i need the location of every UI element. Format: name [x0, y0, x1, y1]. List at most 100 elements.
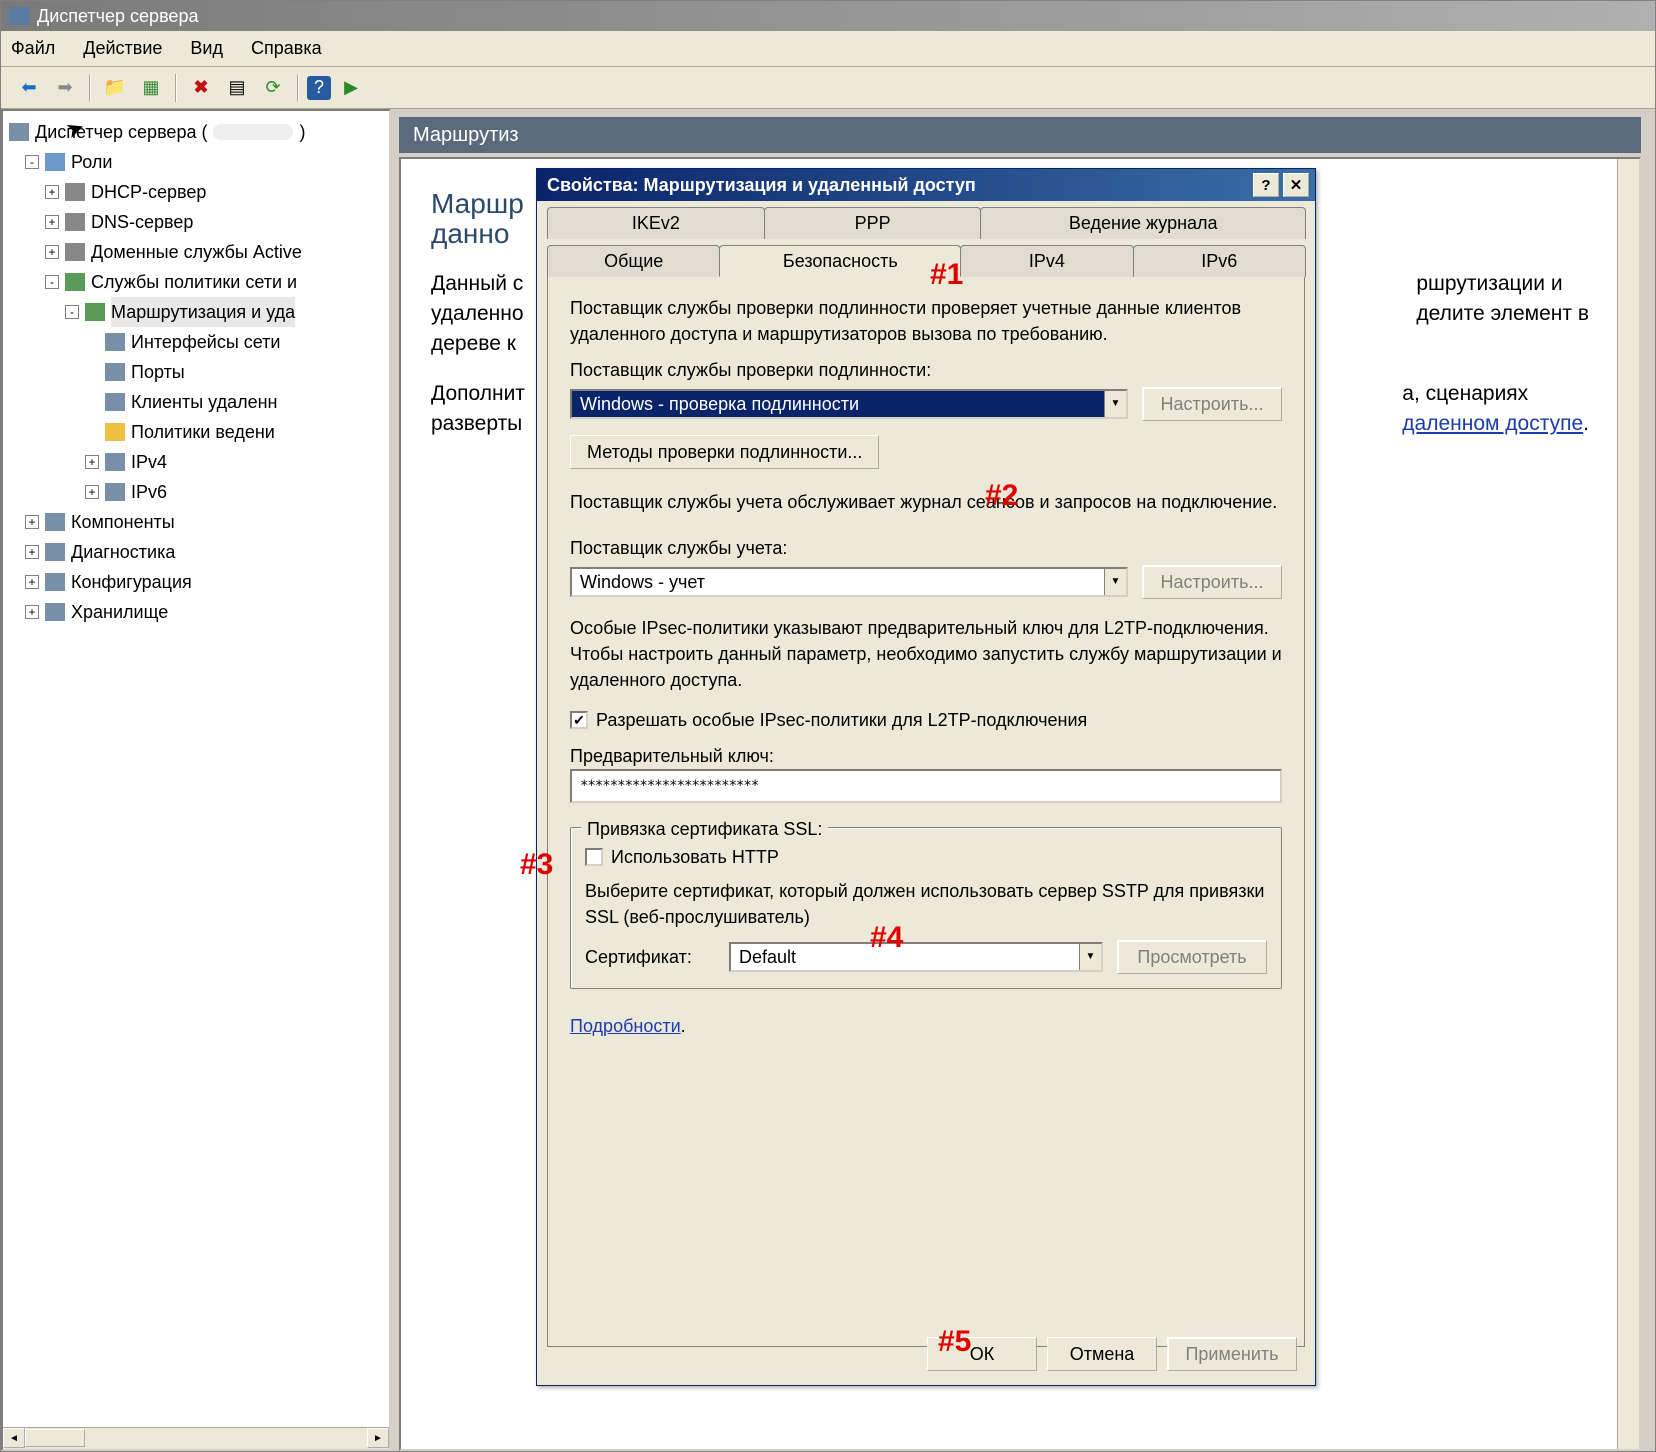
tree-item-label: Порты	[131, 357, 185, 387]
show-hide-button[interactable]: ▦	[135, 72, 167, 104]
expand-toggle[interactable]: +	[25, 545, 39, 559]
tree-item[interactable]: +Хранилище	[25, 597, 389, 627]
chevron-down-icon[interactable]: ▼	[1079, 944, 1101, 970]
use-http-label: Использовать HTTP	[611, 844, 779, 870]
tree-item[interactable]: + Доменные службы Active	[45, 237, 389, 267]
ok-button[interactable]: ОК	[927, 1337, 1037, 1371]
acct-provider-value: Windows - учет	[572, 569, 1104, 595]
tab-ipv4[interactable]: IPv4	[960, 245, 1133, 277]
help-button[interactable]: ?	[307, 76, 331, 100]
delete-button[interactable]: ✖	[185, 72, 217, 104]
acct-provider-combo[interactable]: Windows - учет ▼	[570, 567, 1128, 597]
dialog-footer: ОК Отмена Применить	[927, 1337, 1297, 1371]
run-button[interactable]: ▶	[335, 72, 367, 104]
tree-item[interactable]: +Диагностика	[25, 537, 389, 567]
auth-methods-button[interactable]: Методы проверки подлинности...	[570, 435, 879, 469]
refresh-button[interactable]: ⟳	[257, 72, 289, 104]
certificate-value: Default	[731, 944, 1079, 970]
blur-mask	[213, 124, 293, 140]
close-button[interactable]: ✕	[1283, 173, 1309, 197]
acct-configure-button[interactable]: Настроить...	[1142, 565, 1282, 599]
expand-toggle[interactable]: -	[45, 275, 59, 289]
expand-toggle[interactable]: +	[25, 575, 39, 589]
expand-toggle[interactable]: +	[85, 485, 99, 499]
nav-forward-button[interactable]: ➡	[49, 72, 81, 104]
auth-provider-value: Windows - проверка подлинности	[572, 391, 1104, 417]
tree-item[interactable]: + DHCP-сервер	[45, 177, 389, 207]
auth-provider-combo[interactable]: Windows - проверка подлинности ▼	[570, 389, 1128, 419]
expand-toggle[interactable]: +	[45, 185, 59, 199]
tree-item[interactable]: -Маршрутизация и уда	[65, 297, 389, 327]
tree-item[interactable]: Порты	[85, 357, 389, 387]
dialog-titlebar: Свойства: Маршрутизация и удаленный дост…	[537, 169, 1315, 201]
tree-item-label: DHCP-сервер	[91, 177, 206, 207]
expand-toggle[interactable]: +	[45, 215, 59, 229]
scroll-left-arrow[interactable]: ◄	[3, 1428, 25, 1448]
ipsec-policy-checkbox[interactable]: ✔	[570, 711, 588, 729]
apply-button[interactable]: Применить	[1167, 1337, 1297, 1371]
tree-item-label: Доменные службы Active	[91, 237, 302, 267]
acct-provider-description: Поставщик службы учета обслуживает журна…	[570, 489, 1282, 515]
expand-toggle[interactable]: +	[85, 455, 99, 469]
tree-item[interactable]: -Службы политики сети и	[45, 267, 389, 297]
window-title: Диспетчер сервера	[37, 6, 198, 27]
details-link[interactable]: Подробности	[570, 1016, 681, 1036]
remote-access-link[interactable]: даленном доступе	[1402, 412, 1583, 435]
menu-help[interactable]: Справка	[251, 38, 322, 59]
preshared-key-input[interactable]	[570, 769, 1282, 803]
expand-toggle[interactable]: -	[25, 155, 39, 169]
use-http-checkbox[interactable]	[585, 848, 603, 866]
tree-horizontal-scrollbar[interactable]: ◄ ►	[3, 1427, 389, 1449]
tab-ipv6[interactable]: IPv6	[1133, 245, 1306, 277]
nav-back-button[interactable]: ⬅	[13, 72, 45, 104]
tree-item[interactable]: +IPv6	[85, 477, 389, 507]
menu-view[interactable]: Вид	[190, 38, 223, 59]
chevron-down-icon[interactable]: ▼	[1104, 391, 1126, 417]
tree-item-label: Компоненты	[71, 507, 175, 537]
help-button[interactable]: ?	[1253, 173, 1279, 197]
auth-provider-description: Поставщик службы проверки подлинности пр…	[570, 295, 1282, 347]
cancel-button[interactable]: Отмена	[1047, 1337, 1157, 1371]
ssl-description: Выберите сертификат, который должен испо…	[585, 878, 1267, 930]
comp-icon	[105, 453, 125, 471]
comp-icon	[105, 333, 125, 351]
tree-item[interactable]: -Роли	[25, 147, 389, 177]
tree-item[interactable]: Интерфейсы сети	[85, 327, 389, 357]
tree-item[interactable]: +IPv4	[85, 447, 389, 477]
toolbar-separator	[297, 74, 299, 102]
expand-toggle[interactable]: +	[25, 515, 39, 529]
ipsec-policy-label: Разрешать особые IPsec-политики для L2TP…	[596, 707, 1087, 733]
up-button[interactable]: 📁	[99, 72, 131, 104]
menu-file[interactable]: Файл	[11, 38, 55, 59]
app-icon	[9, 7, 29, 25]
certificate-combo[interactable]: Default ▼	[729, 942, 1103, 972]
role-icon	[45, 153, 65, 171]
tab-ppp[interactable]: PPP	[764, 207, 982, 239]
tree: Диспетчер сервера ( ) -Роли+DHCP-сервер+…	[3, 111, 389, 633]
psk-label: Предварительный ключ:	[570, 743, 1282, 769]
tree-item-label: Конфигурация	[71, 567, 192, 597]
menu-action[interactable]: Действие	[83, 38, 162, 59]
tab-ikev2[interactable]: IKEv2	[547, 207, 765, 239]
expand-toggle[interactable]: -	[65, 305, 79, 319]
tab-body-security: Поставщик службы проверки подлинности пр…	[547, 277, 1305, 1347]
tree-item-label: Политики ведени	[131, 417, 275, 447]
scroll-thumb[interactable]	[25, 1429, 85, 1447]
tree-item[interactable]: Политики ведени	[85, 417, 389, 447]
tree-root[interactable]: Диспетчер сервера ( )	[9, 117, 389, 147]
tree-item[interactable]: + Компоненты	[25, 507, 389, 537]
expand-toggle[interactable]: +	[45, 245, 59, 259]
auth-configure-button[interactable]: Настроить...	[1142, 387, 1282, 421]
tab-logging[interactable]: Ведение журнала	[980, 207, 1306, 239]
tree-item[interactable]: +DNS-сервер	[45, 207, 389, 237]
tree-item[interactable]: Клиенты удаленн	[85, 387, 389, 417]
chevron-down-icon[interactable]: ▼	[1104, 569, 1126, 595]
expand-toggle[interactable]: +	[25, 605, 39, 619]
tab-security[interactable]: Безопасность	[719, 245, 961, 277]
scroll-right-arrow[interactable]: ►	[367, 1428, 389, 1448]
properties-button[interactable]: ▤	[221, 72, 253, 104]
main-vertical-scrollbar[interactable]	[1617, 159, 1639, 1449]
tree-item[interactable]: + Конфигурация	[25, 567, 389, 597]
tab-general[interactable]: Общие	[547, 245, 720, 277]
view-cert-button[interactable]: Просмотреть	[1117, 940, 1267, 974]
